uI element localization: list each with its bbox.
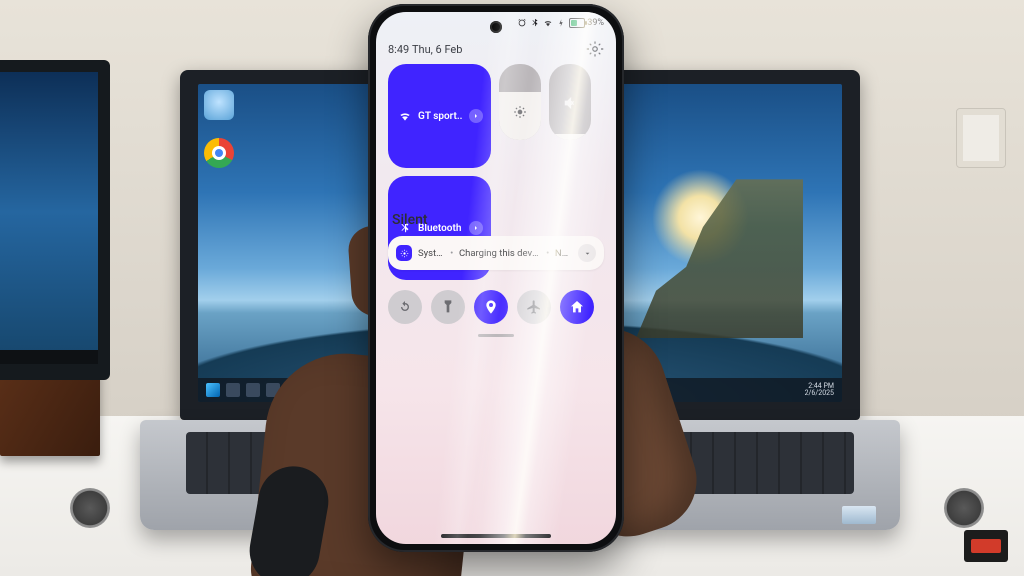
scene: 2:44 PM 2/6/2025 39% xyxy=(0,0,1024,576)
secondary-monitor-taskbar xyxy=(0,350,98,364)
wifi-tile[interactable]: GT sport.. xyxy=(388,64,491,168)
notification-time: Now xyxy=(555,248,572,259)
volume-fill xyxy=(549,134,591,140)
notification-app-name: Syste… xyxy=(418,248,444,259)
settings-button[interactable] xyxy=(586,40,604,58)
separator-dot: • xyxy=(450,248,453,259)
brightness-icon xyxy=(513,104,527,118)
battery-indicator: 39% xyxy=(569,18,604,28)
airplane-icon xyxy=(526,299,542,315)
start-button[interactable] xyxy=(206,383,220,397)
notification-app-icon xyxy=(396,245,412,261)
notification-card[interactable]: Syste… • Charging this device… • Now xyxy=(388,236,604,270)
wifi-tile-label: GT sport.. xyxy=(418,111,463,122)
video-watermark xyxy=(964,530,1008,562)
intel-sticker xyxy=(842,506,876,524)
bluetooth-expand-button[interactable] xyxy=(469,221,483,235)
separator-dot: • xyxy=(546,248,549,259)
taskbar-clock[interactable]: 2:44 PM 2/6/2025 xyxy=(805,383,834,397)
desk-grommet-right xyxy=(944,488,984,528)
phone: 39% 8:49 Thu, 6 Feb G xyxy=(368,4,624,552)
gesture-nav-bar[interactable] xyxy=(441,534,551,538)
status-bar: 39% xyxy=(376,12,616,34)
qs-date: Thu, 6 Feb xyxy=(412,43,462,56)
home-icon xyxy=(569,299,585,315)
battery-percent: 39% xyxy=(587,18,604,28)
autorotate-toggle[interactable] xyxy=(388,290,422,324)
taskbar-item[interactable] xyxy=(246,383,260,397)
recycle-bin-icon[interactable] xyxy=(204,90,234,120)
home-toggle[interactable] xyxy=(560,290,594,324)
panel-drag-handle[interactable] xyxy=(478,334,514,337)
qs-toggle-row xyxy=(388,290,604,324)
chrome-icon[interactable] xyxy=(204,138,234,168)
alarm-icon xyxy=(517,18,527,28)
volume-slider[interactable] xyxy=(549,64,591,140)
qs-header: 8:49 Thu, 6 Feb xyxy=(388,40,604,58)
wall-socket xyxy=(956,108,1006,168)
wallpaper-cliff xyxy=(636,179,803,338)
wifi-status-icon xyxy=(543,18,553,28)
notification-expand-button[interactable] xyxy=(578,244,596,262)
desk-grommet-left xyxy=(70,488,110,528)
secondary-monitor-screen xyxy=(0,72,98,352)
charging-status-icon xyxy=(556,18,566,28)
secondary-monitor xyxy=(0,60,110,380)
gear-icon xyxy=(586,40,604,58)
desktop-icons xyxy=(204,90,234,168)
brightness-slider[interactable] xyxy=(499,64,541,140)
notification-text: Charging this device… xyxy=(459,248,540,259)
quick-settings-panel: GT sport.. Bluetooth xyxy=(388,64,604,337)
location-icon xyxy=(483,299,499,315)
qs-time: 8:49 xyxy=(388,43,409,56)
location-toggle[interactable] xyxy=(474,290,508,324)
wifi-icon xyxy=(398,109,412,123)
autorotate-icon xyxy=(397,299,413,315)
wifi-expand-button[interactable] xyxy=(469,109,483,123)
flashlight-icon xyxy=(440,299,456,315)
bluetooth-status-icon xyxy=(530,18,540,28)
taskbar-item[interactable] xyxy=(226,383,240,397)
flashlight-toggle[interactable] xyxy=(431,290,465,324)
notification-section-title: Silent xyxy=(392,212,428,228)
phone-screen[interactable]: 39% 8:49 Thu, 6 Feb G xyxy=(376,12,616,544)
airplane-toggle[interactable] xyxy=(517,290,551,324)
battery-icon xyxy=(569,18,585,28)
volume-mute-icon xyxy=(563,95,577,109)
